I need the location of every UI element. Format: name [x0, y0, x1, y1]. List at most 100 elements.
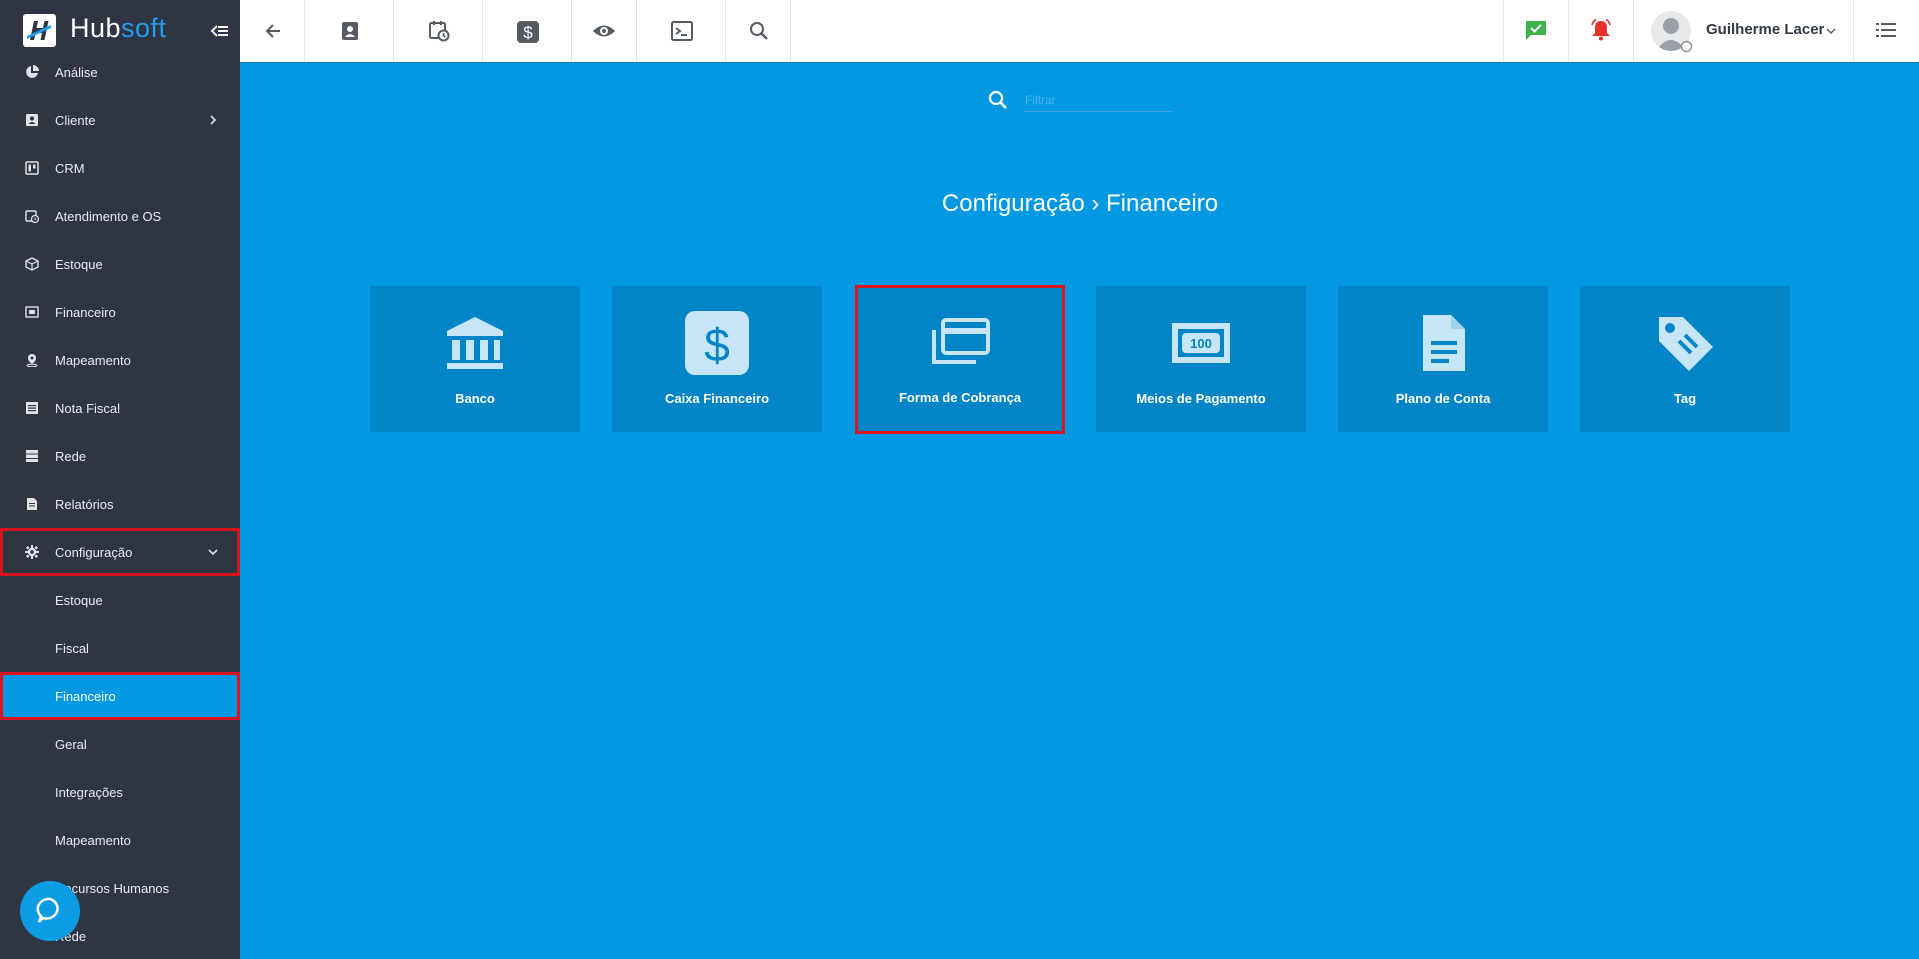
logo-text-hub: Hub [70, 13, 122, 43]
card-label: Caixa Financeiro [664, 391, 770, 406]
logo-bar: Hubsoft [0, 0, 240, 62]
sidebar-item-relatorios[interactable]: Relatórios [0, 480, 240, 528]
card-plano-de-conta[interactable]: Plano de Conta [1338, 286, 1548, 432]
sidebar-item-crm[interactable]: CRM [0, 144, 240, 192]
back-arrow-icon [265, 24, 280, 38]
contact-card-icon [25, 113, 39, 127]
breadcrumb: Configuração › Financeiro [0, 190, 1919, 218]
list-menu-icon [1876, 23, 1896, 37]
sidebar-subitem-estoque[interactable]: Estoque [0, 576, 240, 624]
card-tag[interactable]: Tag [1580, 286, 1790, 432]
sidebar-subitem-label: Integrações [55, 784, 123, 800]
card-label: Meios de Pagamento [1136, 391, 1266, 406]
sidebar-item-label: Rede [55, 448, 87, 464]
sidebar-item-financeiro[interactable]: Financeiro [0, 288, 240, 336]
logo-text: Hubsoft [70, 13, 167, 44]
map-pin-icon [25, 353, 39, 368]
gear-icon [25, 545, 39, 559]
messages-button[interactable] [1503, 0, 1568, 62]
document-icon [1423, 315, 1465, 371]
credit-cards-icon [932, 318, 990, 364]
sidebar-subitem-label: Mapeamento [55, 832, 131, 848]
collapse-menu-icon[interactable] [210, 19, 230, 43]
banknote-100-icon: 100 [1172, 323, 1230, 363]
chat-widget-button[interactable] [20, 881, 80, 941]
filter-input[interactable] [1023, 88, 1173, 112]
sidebar-subitem-geral[interactable]: Geral [0, 720, 240, 768]
search-icon [750, 22, 768, 40]
sidebar-item-label: Nota Fiscal [55, 400, 121, 416]
sidebar-item-configuracao[interactable]: Configuração [0, 528, 240, 576]
topbar: $ Guilherme Lacer [240, 0, 1919, 63]
clients-shortcut-button[interactable] [305, 0, 394, 62]
card-label: Banco [455, 391, 495, 406]
hubsoft-logo-icon [23, 14, 56, 47]
chat-check-icon [1526, 21, 1546, 40]
user-name: Guilherme Lacer [1706, 21, 1825, 38]
chevron-down-icon [206, 545, 220, 559]
sidebar-item-label: Mapeamento [55, 352, 131, 368]
bank-icon [447, 317, 503, 369]
card-banco[interactable]: Banco [370, 286, 580, 432]
terminal-shortcut-button[interactable] [637, 0, 726, 62]
chevron-down-icon[interactable] [1825, 25, 1837, 37]
status-offline-icon [1680, 40, 1693, 53]
dollar-icon: $ [517, 21, 539, 43]
sidebar-item-label: Configuração [55, 544, 133, 560]
filter-box [985, 88, 1175, 114]
eye-icon [593, 25, 615, 37]
sidebar-item-cliente[interactable]: Cliente [0, 96, 240, 144]
contact-card-icon [342, 22, 358, 40]
card-label: Plano de Conta [1395, 391, 1491, 406]
sidebar-subitem-financeiro[interactable]: Financeiro [0, 672, 240, 720]
svg-text:$: $ [704, 319, 730, 371]
card-label: Forma de Cobrança [898, 390, 1022, 405]
sidebar-item-label: Análise [55, 64, 98, 80]
search-shortcut-button[interactable] [726, 0, 791, 62]
svg-text:$: $ [523, 23, 533, 42]
sidebar-item-mapeamento[interactable]: Mapeamento [0, 336, 240, 384]
sidebar-subitem-label: Geral [55, 736, 87, 752]
sidebar-item-rede[interactable]: Rede [0, 432, 240, 480]
board-icon [25, 161, 39, 175]
sidebar-item-label: Financeiro [55, 304, 116, 320]
sidebar: Hubsoft Análise Cliente CRM Atendimento … [0, 0, 240, 959]
calendar-clock-icon [429, 21, 450, 42]
pie-chart-icon [25, 65, 39, 79]
money-icon [25, 305, 39, 319]
sidebar-nav: Análise Cliente CRM Atendimento e OS Est… [0, 48, 240, 959]
sidebar-item-estoque[interactable]: Estoque [0, 240, 240, 288]
tag-icon [1659, 317, 1713, 371]
view-shortcut-button[interactable] [572, 0, 637, 62]
breadcrumb-separator: › [1091, 190, 1100, 217]
sidebar-subitem-fiscal[interactable]: Fiscal [0, 624, 240, 672]
sidebar-subitem-mapeamento[interactable]: Mapeamento [0, 816, 240, 864]
back-button[interactable] [240, 0, 305, 62]
card-meios-de-pagamento[interactable]: 100 Meios de Pagamento [1096, 286, 1306, 432]
alarms-button[interactable] [1568, 0, 1633, 62]
sidebar-subitem-integracoes[interactable]: Integrações [0, 768, 240, 816]
breadcrumb-current: Financeiro [1106, 190, 1219, 217]
card-label: Tag [1673, 391, 1697, 406]
menu-list-button[interactable] [1853, 0, 1919, 62]
sidebar-subitem-label: Fiscal [55, 640, 89, 656]
sidebar-item-nota-fiscal[interactable]: Nota Fiscal [0, 384, 240, 432]
terminal-icon [671, 21, 693, 41]
alarm-bell-icon [1591, 18, 1611, 41]
dollar-icon: $ [685, 311, 749, 375]
finance-shortcut-button[interactable]: $ [483, 0, 572, 62]
box-icon [25, 257, 39, 271]
breadcrumb-parent[interactable]: Configuração [942, 190, 1085, 217]
sidebar-subitem-label: Estoque [55, 592, 103, 608]
sidebar-item-label: Relatórios [55, 496, 114, 512]
sidebar-item-label: Cliente [55, 112, 96, 128]
sidebar-subitem-label: Financeiro [55, 688, 116, 704]
receipt-icon [25, 401, 39, 415]
card-forma-de-cobranca[interactable]: Forma de Cobrança [855, 285, 1065, 434]
sidebar-item-label: CRM [55, 160, 85, 176]
server-icon [25, 449, 39, 463]
card-caixa-financeiro[interactable]: $ Caixa Financeiro [612, 286, 822, 432]
svg-text:100: 100 [1190, 336, 1212, 351]
schedule-shortcut-button[interactable] [394, 0, 483, 62]
document-icon [25, 497, 39, 511]
